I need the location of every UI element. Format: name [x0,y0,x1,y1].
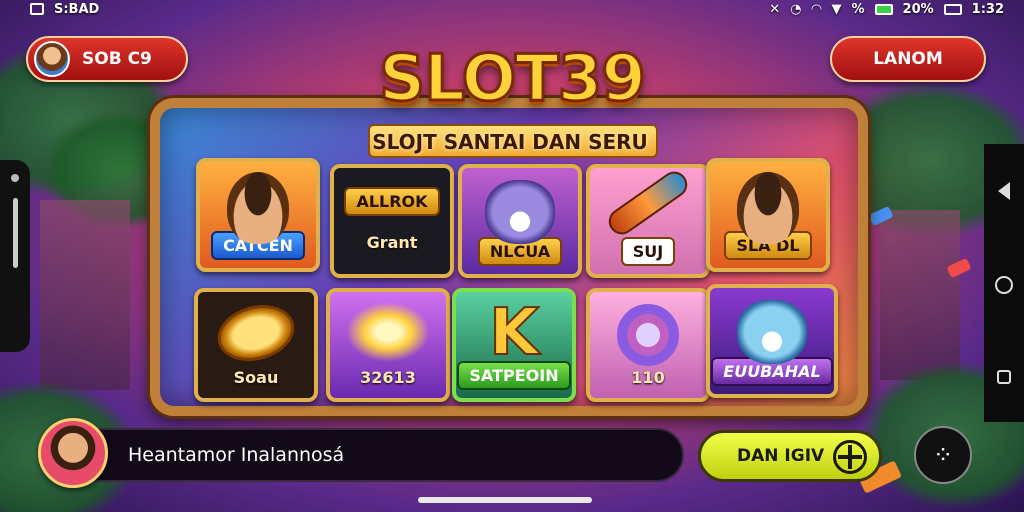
play-button-label: DAN IGIV [737,446,825,466]
status-left-text: S:BAD [54,1,100,17]
temple-ruin-right [880,210,960,380]
game-tile[interactable]: 32613 [326,288,450,402]
game-logo: SLOT39 [378,41,648,118]
signal-icon: ▼ [831,1,842,17]
battery-icon [874,3,893,15]
game-tile-label: Soau [233,368,279,387]
game-tile[interactable]: Soau [194,288,318,402]
game-tile-label: SUJ [620,237,676,266]
play-button[interactable]: DAN IGIV [698,430,882,482]
game-tile[interactable]: CATCEN [196,158,320,272]
wifi-icon: ◠ [811,1,822,17]
system-nav-bar [984,144,1024,422]
alarm-icon: ◔ [790,1,802,17]
recents-icon[interactable] [997,370,1011,384]
man-portrait-icon [227,172,289,244]
game-tile[interactable]: SUJ [586,164,710,278]
battery-outline-icon [943,3,962,15]
bear-icon [737,300,807,364]
game-tile[interactable]: K SATPEOIN [452,288,576,402]
game-tile[interactable]: ALLROK Grant [330,164,454,278]
player-name: Heantamor Inalannosá [128,444,345,466]
game-tile[interactable]: SLA DL [706,158,830,272]
player-avatar[interactable] [38,418,108,488]
top-right-button[interactable]: LANOM [830,36,986,82]
rocket-tube-icon [603,168,693,240]
back-icon[interactable] [998,182,1010,200]
temple-ruin-left [40,200,130,390]
menu-fab-button[interactable]: ⁘ [914,426,972,484]
profile-pill-label: SOB C9 [82,49,152,69]
game-tile[interactable]: EUUBAHAL [706,284,838,398]
mute-icon: ✕ [769,1,781,17]
player-bar[interactable]: Heantamor Inalannosá [72,428,684,482]
game-tile[interactable]: NLCUA [458,164,582,278]
profile-avatar [34,41,70,77]
status-bar: S:BAD ✕ ◔ ◠ ▼ % 20% 1:32 [0,0,1024,18]
game-tile-label: 110 [631,368,665,387]
profile-pill[interactable]: SOB C9 [26,36,188,82]
home-indicator[interactable] [418,497,592,503]
gallery-icon [30,3,44,15]
handle-dot-icon [11,174,19,182]
share-icon: ⁘ [932,441,954,469]
man-portrait-icon [737,172,799,244]
status-percent: % [851,1,865,17]
top-right-button-label: LANOM [873,49,943,69]
coin-burst-icon [346,302,430,362]
clock: 1:32 [971,1,1004,17]
game-tile-sublabel: Grant [366,233,418,252]
gold-coin-icon [211,296,301,370]
wolf-icon [485,180,555,244]
game-tile[interactable]: 110 [586,288,710,402]
game-tile-label: 32613 [360,368,416,387]
letter-k-icon: K [488,295,540,371]
home-icon[interactable] [995,276,1013,294]
ring-icon [617,304,679,366]
game-tile-label: ALLROK [344,187,440,216]
crosshair-icon [833,440,867,474]
tagline: SLOJT SANTAI DAN SERU [372,130,648,154]
battery-percent: 20% [902,1,934,17]
side-panel-handle[interactable] [0,160,30,352]
handle-bar-icon [12,198,18,268]
